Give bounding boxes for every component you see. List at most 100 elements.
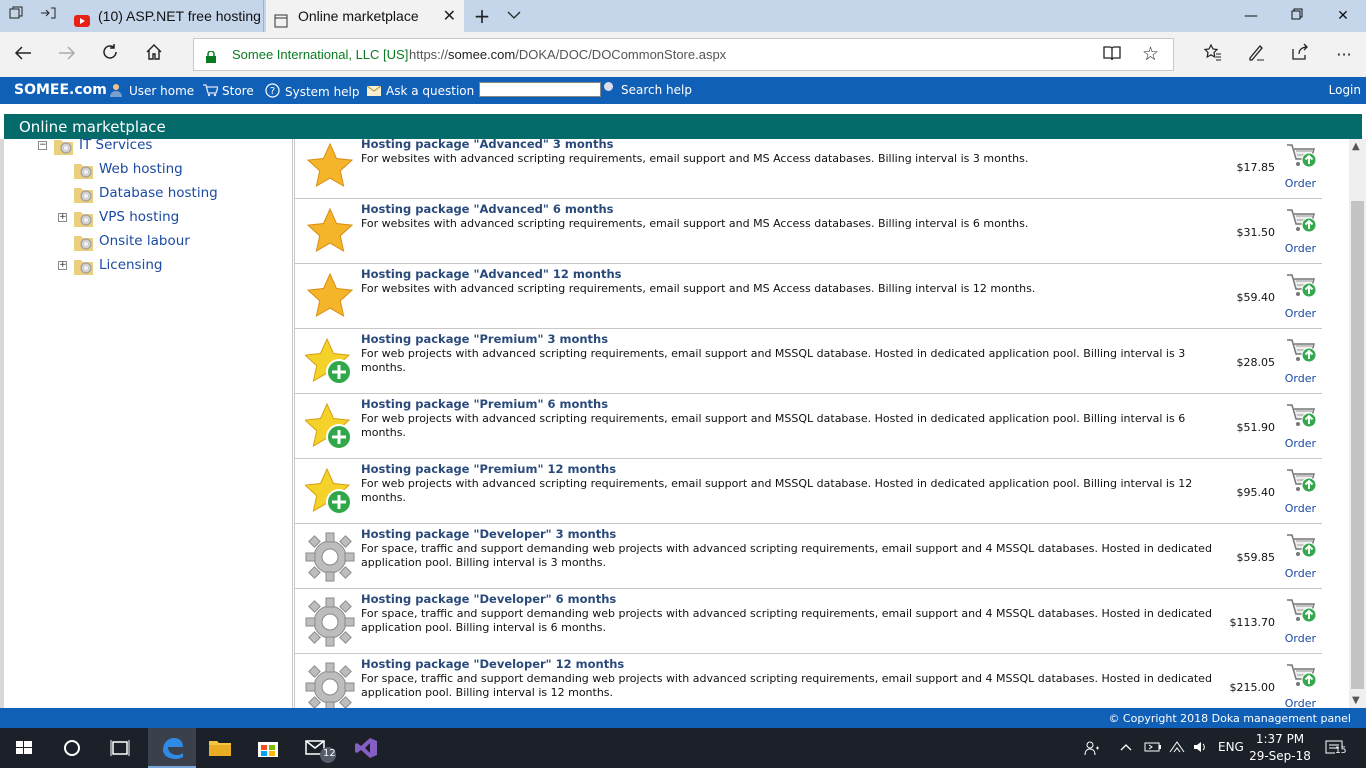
store-app-icon[interactable] [244, 728, 292, 768]
svg-text:?: ? [270, 86, 275, 97]
add-to-cart-icon[interactable] [1285, 270, 1317, 302]
visual-studio-icon[interactable] [342, 728, 390, 768]
restore-button[interactable] [1274, 0, 1320, 32]
set-tabs-aside-icon[interactable] [38, 6, 58, 26]
home-icon[interactable] [141, 42, 167, 68]
more-options-icon[interactable]: ··· [1331, 42, 1357, 68]
collapse-toggle-it-services[interactable]: − [38, 141, 47, 150]
product-row: Hosting package "Developer" 3 months For … [295, 524, 1322, 589]
star-icon [305, 207, 355, 257]
order-link[interactable]: Order [1285, 177, 1316, 190]
url-text[interactable]: https://somee.com/DOKA/DOC/DOCommonStore… [409, 39, 726, 70]
windows-start-icon[interactable] [0, 728, 48, 768]
order-link[interactable]: Order [1285, 372, 1316, 385]
task-view-icon[interactable] [96, 728, 144, 768]
expand-toggle-licensing[interactable]: + [58, 261, 67, 270]
cart-icon [202, 83, 219, 97]
tab-youtube[interactable]: (10) ASP.NET free hosting w [66, 0, 264, 32]
add-to-cart-icon[interactable] [1285, 335, 1317, 367]
close-tab-icon[interactable]: ✕ [443, 0, 456, 32]
product-title[interactable]: Hosting package "Premium" 12 months [361, 462, 616, 476]
mail-app-icon[interactable]: 12 [292, 728, 340, 768]
minimize-button[interactable]: — [1228, 0, 1274, 32]
order-link[interactable]: Order [1285, 307, 1316, 320]
product-price: $113.70 [1229, 616, 1276, 629]
forward-icon[interactable] [54, 42, 80, 68]
action-center-icon[interactable]: 15 [1325, 740, 1347, 761]
product-title[interactable]: Hosting package "Premium" 6 months [361, 397, 608, 411]
people-icon[interactable] [1084, 740, 1100, 759]
order-link[interactable]: Order [1285, 632, 1316, 645]
scroll-up-icon[interactable]: ▲ [1352, 141, 1360, 152]
tab-title: Online marketplace [298, 8, 419, 24]
scroll-down-icon[interactable]: ▼ [1352, 695, 1360, 706]
add-to-cart-icon[interactable] [1285, 595, 1317, 627]
search-radio-icon[interactable] [604, 82, 613, 91]
page-scrollbar[interactable]: ▲ ▼ [1349, 139, 1366, 708]
reading-view-icon[interactable] [1103, 45, 1121, 66]
add-to-cart-icon[interactable] [1285, 400, 1317, 432]
product-title[interactable]: Hosting package "Developer" 6 months [361, 592, 616, 606]
site-navbar: SOMEE.com User home Store ? System help … [0, 77, 1366, 104]
share-icon[interactable] [1287, 42, 1313, 68]
header-spacer [0, 104, 1366, 114]
add-to-cart-icon[interactable] [1285, 660, 1317, 692]
page-footer: © Copyright 2018 Doka management panel [0, 708, 1366, 728]
chevron-up-icon[interactable] [1120, 740, 1132, 757]
language-indicator[interactable]: ENG [1218, 740, 1244, 754]
site-brand[interactable]: SOMEE.com [14, 82, 107, 98]
nav-store[interactable]: Store [202, 83, 254, 98]
order-link[interactable]: Order [1285, 567, 1316, 580]
product-title[interactable]: Hosting package "Advanced" 3 months [361, 139, 614, 151]
product-title[interactable]: Hosting package "Developer" 12 months [361, 657, 624, 671]
product-price: $31.50 [1236, 226, 1276, 239]
order-link[interactable]: Order [1285, 502, 1316, 515]
site-identity[interactable]: Somee International, LLC [US] [232, 39, 408, 70]
back-icon[interactable] [10, 42, 36, 68]
tab-list-icon[interactable] [6, 6, 26, 26]
order-link[interactable]: Order [1285, 437, 1316, 450]
file-explorer-icon[interactable] [196, 728, 244, 768]
volume-icon[interactable] [1193, 740, 1209, 757]
scroll-thumb[interactable] [1351, 201, 1364, 689]
product-description: For websites with advanced scripting req… [361, 152, 1029, 165]
folder-gear-icon [73, 232, 95, 252]
order-link[interactable]: Order [1285, 697, 1316, 708]
tab-online-marketplace[interactable]: Online marketplace ✕ [266, 0, 464, 32]
add-to-cart-icon[interactable] [1285, 140, 1317, 172]
add-to-cart-icon[interactable] [1285, 465, 1317, 497]
add-to-cart-icon[interactable] [1285, 205, 1317, 237]
login-link[interactable]: Login [1329, 83, 1361, 97]
chevron-down-icon[interactable] [504, 6, 524, 26]
refresh-icon[interactable] [97, 42, 123, 68]
product-row: Hosting package "Premium" 3 months For we… [295, 329, 1322, 394]
product-title[interactable]: Hosting package "Advanced" 6 months [361, 202, 614, 216]
close-window-button[interactable]: ✕ [1320, 0, 1366, 32]
add-to-cart-icon[interactable] [1285, 530, 1317, 562]
edge-browser-icon[interactable] [148, 728, 196, 768]
mail-badge: 12 [323, 748, 336, 759]
product-row: Hosting package "Developer" 6 months For … [295, 589, 1322, 654]
expand-toggle-vps-hosting[interactable]: + [58, 213, 67, 222]
wifi-icon[interactable] [1168, 740, 1186, 757]
nav-user-home[interactable]: User home [109, 83, 194, 98]
address-field[interactable]: Somee International, LLC [US] https://so… [193, 38, 1174, 71]
favorites-hub-icon[interactable] [1199, 42, 1225, 68]
help-search-input[interactable] [479, 82, 601, 97]
clock[interactable]: 1:37 PM 29-Sep-18 [1248, 731, 1312, 765]
nav-ask-question[interactable]: Ask a question [366, 83, 474, 98]
product-row: Hosting package "Premium" 12 months For w… [295, 459, 1322, 524]
nav-system-help[interactable]: ? System help [265, 83, 360, 99]
pen-notes-icon[interactable] [1243, 42, 1269, 68]
cortana-search-icon[interactable] [48, 728, 96, 768]
product-title[interactable]: Hosting package "Premium" 3 months [361, 332, 608, 346]
new-tab-icon[interactable]: + [472, 6, 492, 26]
product-title[interactable]: Hosting package "Developer" 3 months [361, 527, 616, 541]
search-help-button[interactable]: Search help [621, 83, 692, 97]
folder-gear-icon [73, 160, 95, 180]
product-title[interactable]: Hosting package "Advanced" 12 months [361, 267, 622, 281]
battery-icon[interactable] [1144, 740, 1162, 757]
order-link[interactable]: Order [1285, 242, 1316, 255]
content-margin [1322, 139, 1349, 708]
star-favorite-icon[interactable]: ☆ [1142, 43, 1159, 65]
